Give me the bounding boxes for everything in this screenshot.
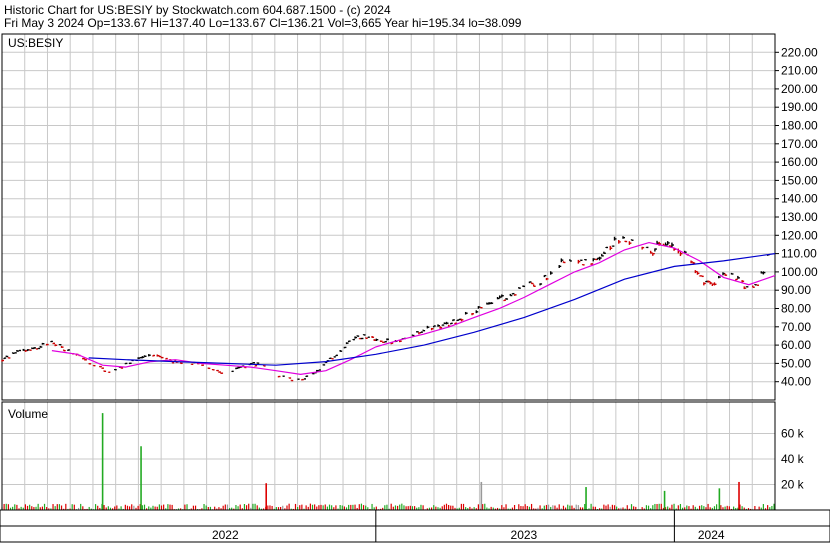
x-axis-year-label: 2022: [212, 528, 239, 542]
price-tick-label: 140.00: [781, 192, 818, 206]
chart-header-line1: Historic Chart for US:BESIY by Stockwatc…: [4, 3, 391, 17]
price-tick-label: 110.00: [781, 247, 817, 261]
price-tick-label: 170.00: [781, 137, 818, 151]
x-axis-year-label: 2023: [511, 528, 538, 542]
price-tick-label: 70.00: [781, 320, 811, 334]
x-axis-panel: 2022 2023 2024: [0, 509, 830, 543]
price-tick-label: 220.00: [781, 45, 818, 59]
volume-panel-label: Volume: [8, 407, 48, 421]
price-tick-label: 160.00: [781, 155, 818, 169]
price-tick-label: 210.00: [781, 64, 818, 78]
price-tick-label: 120.00: [781, 228, 818, 242]
volume-tick-label: 20 k: [781, 478, 805, 492]
price-panel: 40.00 50.00 60.00 70.00 80.00 90.00 100.00 110.…: [1, 33, 818, 401]
price-tick-label: 90.00: [781, 283, 811, 297]
volume-tick-label: 60 k: [781, 427, 805, 441]
price-tick-label: 40.00: [781, 375, 811, 389]
price-tick-label: 50.00: [781, 356, 811, 370]
price-tick-label: 100.00: [781, 265, 818, 279]
volume-tick-label: 40 k: [781, 452, 805, 466]
chart-canvas: Historic Chart for US:BESIY by Stockwatc…: [0, 0, 830, 543]
price-tick-label: 130.00: [781, 210, 818, 224]
price-panel-label: US:BESIY: [8, 36, 63, 50]
price-tick-label: 180.00: [781, 119, 818, 133]
chart-header-line2: Fri May 3 2024 Op=133.67 Hi=137.40 Lo=13…: [4, 16, 522, 30]
volume-panel: 20 k 40 k 60 k: [1, 401, 805, 511]
price-tick-label: 80.00: [781, 302, 811, 316]
price-tick-label: 190.00: [781, 100, 818, 114]
price-tick-label: 200.00: [781, 82, 818, 96]
x-axis-year-label: 2024: [698, 528, 725, 542]
price-tick-label: 60.00: [781, 338, 811, 352]
price-tick-label: 150.00: [781, 173, 818, 187]
stock-chart: Historic Chart for US:BESIY by Stockwatc…: [0, 0, 830, 543]
